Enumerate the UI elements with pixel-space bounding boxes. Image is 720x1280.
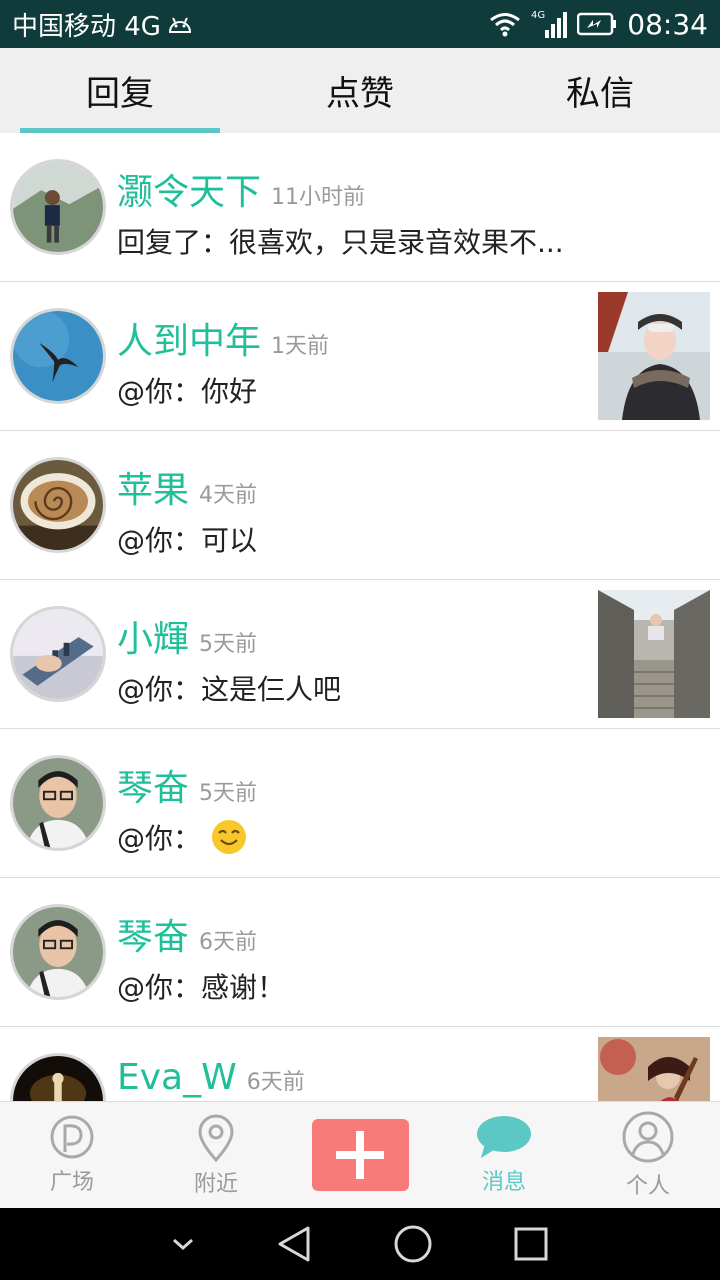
message-time: 4天前	[199, 483, 258, 508]
tab-replies[interactable]: 回复	[0, 48, 240, 133]
message-time: 6天前	[246, 1070, 305, 1095]
message-text: @你：这是仨人吧	[117, 673, 342, 706]
message-time: 11小时前	[271, 185, 366, 210]
clock-time: 08:34	[627, 7, 708, 41]
tab-label: 点赞	[326, 74, 394, 114]
user-name[interactable]: 灏令天下	[117, 163, 261, 215]
nav-label: 个人	[625, 1174, 670, 1199]
avatar[interactable]	[10, 1053, 106, 1101]
post-thumbnail[interactable]	[598, 292, 710, 420]
system-nav-bar	[0, 1208, 720, 1280]
location-pin-icon	[196, 1112, 236, 1162]
message-prefix: @你：	[117, 822, 202, 855]
message-time: 5天前	[199, 632, 258, 657]
list-item[interactable]: 人到中年 1天前 @你：你好	[0, 282, 720, 431]
person-icon	[621, 1110, 675, 1164]
user-name[interactable]: 苹果	[117, 461, 189, 513]
avatar[interactable]	[10, 457, 106, 553]
list-item[interactable]: 琴奋 5天前 @你：	[0, 729, 720, 878]
android-icon	[167, 14, 193, 34]
nav-messages[interactable]: 消息	[432, 1102, 576, 1208]
message-time: 5天前	[199, 781, 258, 806]
message-bubble-icon	[475, 1114, 533, 1160]
wifi-icon	[489, 11, 521, 37]
tab-label: 私信	[566, 74, 634, 114]
signal-icon: 4G	[531, 8, 568, 40]
message-text: @你：感谢！	[117, 971, 286, 1004]
list-item[interactable]: 小輝 5天前 @你：这是仨人吧	[0, 580, 720, 729]
bottom-nav: 广场 附近 消息 个人	[0, 1101, 720, 1208]
nav-label: 附近	[193, 1172, 238, 1197]
nav-nearby[interactable]: 附近	[144, 1102, 288, 1208]
add-post-button[interactable]	[311, 1119, 409, 1191]
message-text: @你：你好	[117, 375, 258, 408]
post-thumbnail[interactable]	[598, 1037, 710, 1101]
message-time: 1天前	[271, 334, 330, 359]
user-name[interactable]: 琴奋	[117, 759, 189, 811]
nav-label: 消息	[481, 1170, 526, 1195]
nav-label: 广场	[49, 1170, 94, 1195]
post-thumbnail[interactable]	[598, 590, 710, 718]
home-circle-icon[interactable]	[392, 1223, 434, 1265]
nav-square[interactable]: 广场	[0, 1102, 144, 1208]
user-name[interactable]: 小輝	[117, 610, 189, 662]
carrier-info: 中国移动 4G	[12, 6, 193, 43]
list-item[interactable]: 琴奋 6天前 @你：感谢！	[0, 878, 720, 1027]
tab-label: 回复	[86, 74, 154, 114]
avatar[interactable]	[10, 308, 106, 404]
user-name[interactable]: 人到中年	[117, 312, 261, 364]
message-time: 6天前	[199, 930, 258, 955]
avatar[interactable]	[10, 159, 106, 255]
battery-icon	[577, 12, 617, 36]
chevron-down-icon[interactable]	[170, 1235, 196, 1253]
message-text: 回复了：很喜欢，只是录音效果不...	[117, 226, 564, 259]
message-text: @你：可以	[117, 524, 258, 557]
svg-text:4G: 4G	[531, 10, 545, 21]
plus-icon	[332, 1127, 388, 1183]
smiling-face-emoji-icon	[210, 818, 248, 863]
tab-private-messages[interactable]: 私信	[480, 48, 720, 133]
nav-add[interactable]	[288, 1102, 432, 1208]
avatar[interactable]	[10, 904, 106, 1000]
tab-bar: 回复 点赞 私信	[0, 48, 720, 133]
status-bar: 中国移动 4G 4G 08:34	[0, 0, 720, 48]
user-name[interactable]: Eva_W	[117, 1057, 237, 1098]
user-name[interactable]: 琴奋	[117, 908, 189, 960]
message-list: 灏令天下 11小时前 回复了：很喜欢，只是录音效果不... 人到中年 1天前 @…	[0, 133, 720, 1101]
message-text: @你：	[117, 817, 248, 863]
recents-square-icon[interactable]	[512, 1225, 550, 1263]
avatar[interactable]	[10, 606, 106, 702]
list-item[interactable]: Eva_W 6天前	[0, 1027, 720, 1101]
tab-likes[interactable]: 点赞	[240, 48, 480, 133]
back-triangle-icon[interactable]	[274, 1224, 314, 1264]
list-item[interactable]: 灏令天下 11小时前 回复了：很喜欢，只是录音效果不...	[0, 133, 720, 282]
square-p-icon	[47, 1114, 97, 1160]
list-item[interactable]: 苹果 4天前 @你：可以	[0, 431, 720, 580]
nav-profile[interactable]: 个人	[576, 1102, 720, 1208]
avatar[interactable]	[10, 755, 106, 851]
carrier-text: 中国移动 4G	[12, 11, 161, 42]
